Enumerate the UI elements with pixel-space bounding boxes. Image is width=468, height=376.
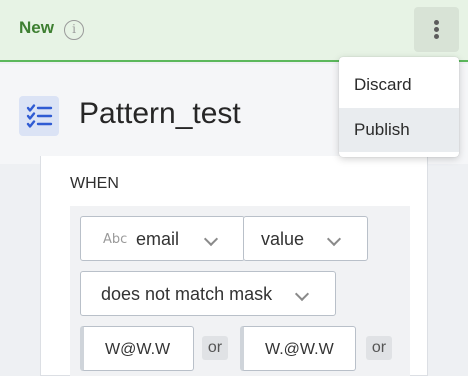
checklist-icon xyxy=(19,96,59,136)
field-select[interactable]: Abc email xyxy=(80,216,245,261)
mask-value: W@W.W xyxy=(105,341,171,358)
actions-menu: Discard Publish xyxy=(339,57,459,157)
more-vertical-icon xyxy=(434,20,439,25)
field-select-value: email xyxy=(136,229,180,249)
property-select-value: value xyxy=(261,229,305,249)
or-separator: or xyxy=(202,336,228,360)
operator-select-value: does not match mask xyxy=(101,284,273,304)
page-title: Pattern_test xyxy=(79,97,241,130)
or-separator: or xyxy=(366,336,392,360)
chevron-down-icon xyxy=(326,231,342,247)
chevron-down-icon xyxy=(294,286,310,302)
status-label: New xyxy=(19,18,54,37)
when-label: WHEN xyxy=(70,175,119,192)
menu-item-publish[interactable]: Publish xyxy=(339,108,459,152)
operator-select[interactable]: does not match mask xyxy=(80,271,336,316)
mask-value: W.@W.W xyxy=(265,341,334,358)
chevron-down-icon xyxy=(203,231,219,247)
mask-input-2[interactable]: W.@W.W xyxy=(240,326,356,371)
menu-item-discard[interactable]: Discard xyxy=(339,63,459,107)
property-select[interactable]: value xyxy=(243,216,368,261)
header-bar: New i xyxy=(0,0,468,62)
mask-input-1[interactable]: W@W.W xyxy=(80,326,194,371)
info-icon[interactable]: i xyxy=(64,20,84,40)
more-options-button[interactable] xyxy=(414,7,459,52)
text-type-icon: Abc xyxy=(103,232,128,247)
